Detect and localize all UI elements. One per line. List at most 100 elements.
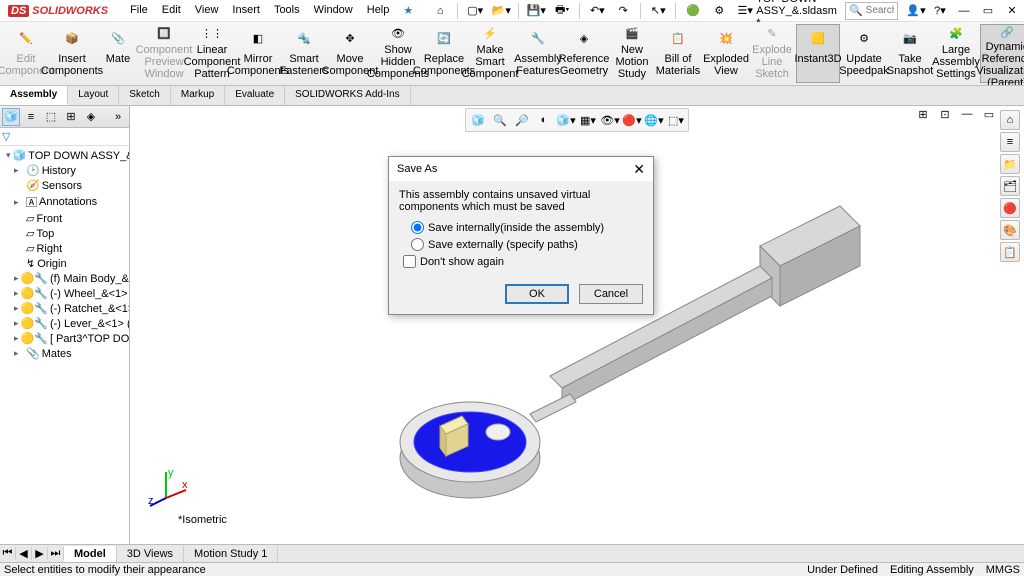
taskpane-appearance-icon[interactable]: 🎨 — [1000, 220, 1020, 240]
zoom-fit-icon[interactable]: 🧊 — [468, 111, 488, 129]
doc-minimize-icon[interactable]: — — [958, 106, 976, 122]
close-icon[interactable]: ✕ — [1000, 2, 1024, 20]
dimxpert-tab-icon[interactable]: ⊞ — [62, 108, 80, 126]
bottom-tab-model[interactable]: Model — [64, 546, 117, 562]
select-icon[interactable]: ↖▾ — [647, 2, 669, 20]
ok-button[interactable]: OK — [505, 284, 569, 304]
doc-tile-icon[interactable]: ⊡ — [936, 106, 954, 122]
menu-view[interactable]: View — [189, 2, 225, 19]
display-tab-icon[interactable]: ◈ — [82, 108, 100, 126]
status-units[interactable]: MMGS — [986, 564, 1020, 576]
minimize-icon[interactable]: — — [952, 2, 976, 20]
tree-part1[interactable]: ▸🟡🔧(f) Main Body_&<1> (D — [2, 271, 127, 286]
mate-button[interactable]: 📎Mate — [96, 24, 140, 83]
doc-layout-icon[interactable]: ⊞ — [914, 106, 932, 122]
tab-addins[interactable]: SOLIDWORKS Add-Ins — [285, 86, 410, 105]
tree-part5[interactable]: ▸🟡🔧[ Part3^TOP DOWN ASS — [2, 331, 127, 346]
undo-icon[interactable]: ↶▾ — [586, 2, 608, 20]
taskpane-properties-icon[interactable]: 📋 — [1000, 242, 1020, 262]
taskpane-library-icon[interactable]: 📁 — [1000, 154, 1020, 174]
menu-edit[interactable]: Edit — [156, 2, 187, 19]
tab-nav-prev-icon[interactable]: ◀ — [16, 547, 32, 560]
explode-line-sketch-button[interactable]: ✎Explode Line Sketch — [750, 24, 794, 83]
filter-icon[interactable]: ▽ — [2, 131, 10, 143]
tab-nav-last-icon[interactable]: ⏭ — [48, 547, 64, 560]
tab-nav-first-icon[interactable]: ⏮ — [0, 547, 16, 560]
feature-tree-tab-icon[interactable]: 🧊 — [2, 108, 20, 126]
component-preview-button[interactable]: 🔲Component Preview Window — [142, 24, 186, 83]
previous-view-icon[interactable]: 🔎 — [512, 111, 532, 129]
hide-show-icon[interactable]: 👁▾ — [600, 111, 620, 129]
tree-right[interactable]: ▱Right — [2, 241, 127, 256]
tab-markup[interactable]: Markup — [171, 86, 225, 105]
tree-part4[interactable]: ▸🟡🔧(-) Lever_&<1> (Default — [2, 316, 127, 331]
search-box[interactable]: 🔍 — [845, 2, 898, 20]
reference-geometry-button[interactable]: ◈Reference Geometry — [562, 24, 606, 83]
taskpane-view-icon[interactable]: 🔴 — [1000, 198, 1020, 218]
bottom-tab-3dviews[interactable]: 3D Views — [117, 546, 184, 562]
tab-evaluate[interactable]: Evaluate — [225, 86, 285, 105]
view-settings-icon[interactable]: ⬚▾ — [666, 111, 686, 129]
cancel-button[interactable]: Cancel — [579, 284, 643, 304]
tree-sensors[interactable]: 🧭Sensors — [2, 178, 127, 193]
menu-window[interactable]: Window — [308, 2, 359, 19]
tree-root[interactable]: ▾🧊TOP DOWN ASSY_& (Defa — [2, 148, 127, 163]
dialog-titlebar[interactable]: Save As ✕ — [389, 157, 653, 181]
doc-maximize-icon[interactable]: ▭ — [980, 106, 998, 122]
search-input[interactable] — [866, 5, 894, 16]
options-icon[interactable]: ⚙ — [708, 2, 730, 20]
bom-button[interactable]: 📋Bill of Materials — [656, 24, 700, 83]
dont-show-checkbox[interactable]: Don't show again — [399, 253, 643, 270]
dialog-close-icon[interactable]: ✕ — [633, 161, 645, 178]
settings-icon[interactable]: ☰▾ — [734, 2, 756, 20]
overflow-icon[interactable]: » — [109, 108, 127, 126]
update-speedpak-button[interactable]: ⚙Update Speedpak — [842, 24, 886, 83]
menu-file[interactable]: File — [124, 2, 154, 19]
user-icon[interactable]: 👤▾ — [904, 2, 928, 20]
apply-scene-icon[interactable]: 🌐▾ — [644, 111, 664, 129]
replace-components-button[interactable]: 🔄Replace Components — [422, 24, 466, 83]
menu-insert[interactable]: Insert — [226, 2, 266, 19]
new-icon[interactable]: ▢▾ — [464, 2, 486, 20]
edit-appearance-icon[interactable]: 🔴▾ — [622, 111, 642, 129]
tree-part2[interactable]: ▸🟡🔧(-) Wheel_&<1> (Defau — [2, 286, 127, 301]
save-internal-radio[interactable]: Save internally(inside the assembly) — [399, 219, 643, 236]
taskpane-explorer-icon[interactable]: 🗂 — [1000, 176, 1020, 196]
taskpane-home-icon[interactable]: ⌂ — [1000, 110, 1020, 130]
mirror-components-button[interactable]: ◧Mirror Components — [236, 24, 280, 83]
feature-tree[interactable]: ▾🧊TOP DOWN ASSY_& (Defa ▸🕑History 🧭Senso… — [0, 146, 129, 550]
tab-sketch[interactable]: Sketch — [119, 86, 171, 105]
help-icon[interactable]: ?▾ — [928, 2, 952, 20]
taskpane-resources-icon[interactable]: ≡ — [1000, 132, 1020, 152]
save-external-radio[interactable]: Save externally (specify paths) — [399, 236, 643, 253]
large-assembly-button[interactable]: 🧩Large Assembly Settings — [934, 24, 978, 83]
bottom-tab-motion[interactable]: Motion Study 1 — [184, 546, 278, 562]
menu-help[interactable]: Help — [361, 2, 396, 19]
tab-layout[interactable]: Layout — [68, 86, 119, 105]
tree-history[interactable]: ▸🕑History — [2, 163, 127, 178]
assembly-features-button[interactable]: 🔧Assembly Features — [516, 24, 560, 83]
instant3d-button[interactable]: 🟨Instant3D — [796, 24, 840, 83]
insert-components-button[interactable]: 📦Insert Components — [50, 24, 94, 83]
smart-fasteners-button[interactable]: 🔩Smart Fasteners — [282, 24, 326, 83]
save-icon[interactable]: 💾▾ — [525, 2, 547, 20]
tab-assembly[interactable]: Assembly — [0, 86, 68, 105]
tree-mates[interactable]: ▸📎Mates — [2, 346, 127, 361]
zoom-area-icon[interactable]: 🔍 — [490, 111, 510, 129]
take-snapshot-button[interactable]: 📷Take Snapshot — [888, 24, 932, 83]
section-view-icon[interactable]: ◐ — [534, 111, 554, 129]
maximize-icon[interactable]: ▭ — [976, 2, 1000, 20]
menu-star-icon[interactable]: ★ — [397, 2, 419, 19]
home-icon[interactable]: ⌂ — [429, 2, 451, 20]
tree-annotations[interactable]: ▸🄰Annotations — [2, 193, 127, 211]
rebuild-icon[interactable]: 🟢 — [682, 2, 704, 20]
menu-tools[interactable]: Tools — [268, 2, 306, 19]
display-style-icon[interactable]: ▦▾ — [578, 111, 598, 129]
tree-origin[interactable]: ↯Origin — [2, 256, 127, 271]
tree-front[interactable]: ▱Front — [2, 211, 127, 226]
tree-part3[interactable]: ▸🟡🔧(-) Ratchet_&<1> (Defa — [2, 301, 127, 316]
tab-nav-next-icon[interactable]: ▶ — [32, 547, 48, 560]
dynamic-ref-button[interactable]: 🔗Dynamic Reference Visualization (Parent… — [980, 24, 1024, 83]
exploded-view-button[interactable]: 💥Exploded View — [704, 24, 748, 83]
view-orientation-icon[interactable]: 🧊▾ — [556, 111, 576, 129]
